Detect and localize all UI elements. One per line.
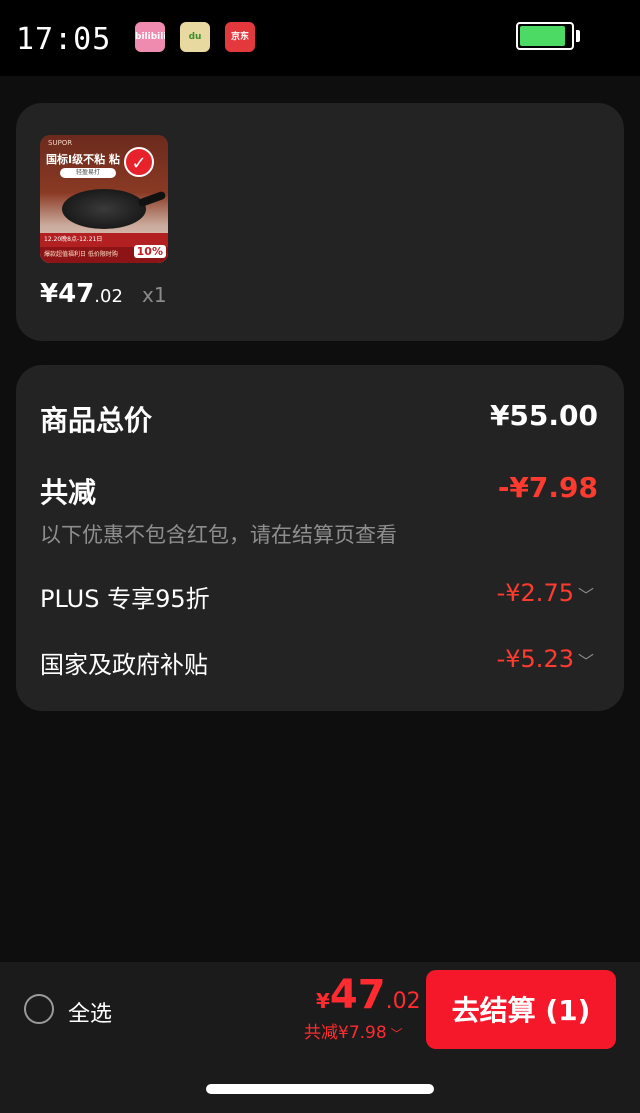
savings-detail-toggle[interactable]: 共减¥7.98 ﹀ [304, 1018, 403, 1043]
discount-note: 以下优惠不包含红包，请在结算页查看 [40, 523, 397, 547]
home-indicator[interactable] [206, 1084, 434, 1094]
price-summary-card: 商品总价 ¥55.00 共减 -¥7.98 以下优惠不包含红包，请在结算页查看 … [16, 365, 624, 711]
plus-discount-label: PLUS 专享95折 [40, 585, 210, 613]
product-card[interactable]: SUPOR 国标I级不粘 粘 轻盈易打 12.20晚8点-12.21日 爆款超值… [16, 103, 624, 341]
item-checked-icon[interactable]: ✓ [124, 147, 154, 177]
plus-discount-value: -¥2.75 [496, 579, 574, 607]
thumbnail-subtitle: 轻盈易打 [60, 168, 116, 178]
plus-discount-row[interactable]: -¥2.75 ﹀ [497, 579, 594, 607]
payable-decimal: .02 [385, 989, 421, 1014]
battery-icon [516, 22, 574, 50]
chevron-down-icon: ﹀ [390, 1026, 403, 1041]
dewu-icon: du [180, 22, 210, 52]
payable-integer: 47 [329, 972, 386, 1018]
savings-text: 共减¥7.98 [304, 1023, 387, 1043]
checkout-bar: 全选 ¥47.02 共减¥7.98 ﹀ 去结算 (1) [0, 962, 640, 1113]
item-price-integer: ¥47 [40, 279, 95, 309]
checkout-button[interactable]: 去结算 (1) [426, 970, 616, 1049]
bilibili-icon: bilibili [135, 22, 165, 52]
total-price-label: 商品总价 [40, 404, 153, 437]
select-all-label[interactable]: 全选 [68, 996, 112, 1028]
jd-icon: 京东 [225, 22, 255, 52]
thumbnail-brand-logo: SUPOR [48, 139, 73, 147]
frying-pan-image [62, 189, 146, 229]
gov-subsidy-row[interactable]: -¥5.23 ﹀ [497, 645, 594, 673]
thumbnail-discount: 10% [133, 245, 166, 258]
pan-handle-image [137, 190, 167, 208]
chevron-down-icon: ﹀ [577, 586, 594, 605]
battery-level [520, 26, 565, 46]
item-price-decimal: .02 [94, 286, 123, 307]
status-bar: 17:05 bilibili du 京东 [0, 0, 640, 76]
payable-currency: ¥ [316, 989, 330, 1013]
total-price-value: ¥55.00 [489, 399, 598, 432]
item-quantity: x1 [142, 283, 167, 307]
item-price: ¥47.02 [40, 279, 123, 309]
total-reduction-value: -¥7.98 [497, 471, 598, 504]
select-all-radio[interactable] [24, 994, 54, 1024]
gov-subsidy-value: -¥5.23 [496, 645, 574, 673]
clock: 17:05 [16, 22, 112, 57]
gov-subsidy-label: 国家及政府补贴 [40, 651, 208, 679]
thumbnail-banner-text: 国标I级不粘 粘 [46, 153, 120, 166]
battery-cap [576, 30, 580, 42]
payable-price: ¥47.02 [316, 972, 421, 1018]
chevron-down-icon: ﹀ [577, 652, 594, 671]
total-reduction-label: 共减 [40, 476, 97, 509]
